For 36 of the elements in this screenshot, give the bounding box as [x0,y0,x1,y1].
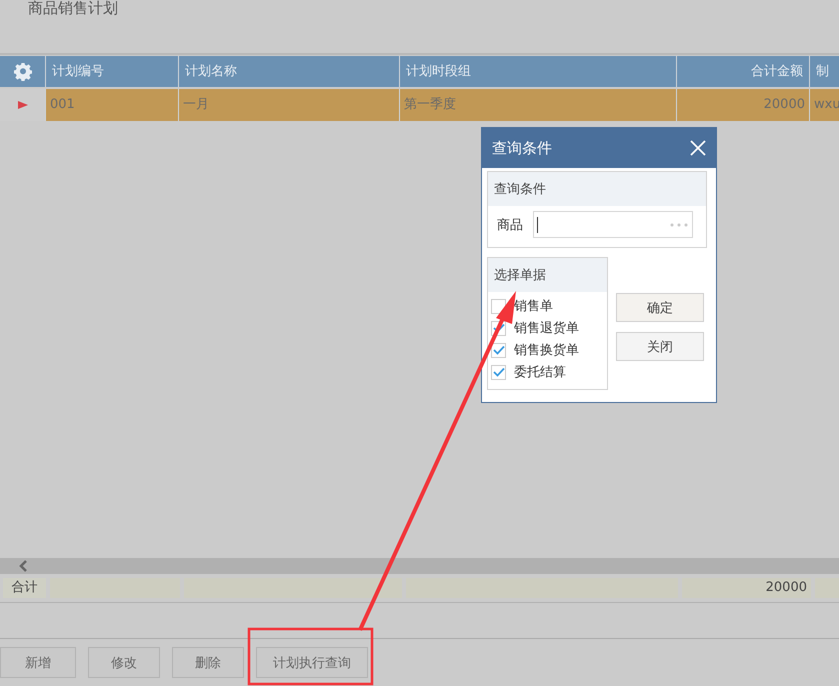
checkbox-label: 销售换货单 [514,342,579,359]
table-cell: 一月 [183,97,209,112]
checkbox[interactable] [491,364,506,380]
close-icon[interactable] [690,140,706,156]
group-title: 选择单据 [494,268,546,283]
more-icon[interactable] [670,222,688,226]
total-cell: 20000 [682,578,811,598]
checkbox-label: 委托结算 [514,364,566,381]
checkbox[interactable] [491,342,506,358]
table-cell: 001 [50,97,75,112]
totals-label: 合计 [3,578,46,598]
toolbar-button[interactable]: 计划执行查询 [256,647,368,678]
toolbar-button[interactable]: 删除 [172,647,244,678]
field-label: 商品 [497,216,523,234]
table-row[interactable]: 001 一月 第一季度 20000 wxu [0,89,839,121]
column-header[interactable]: 计划时段组 [400,56,676,87]
group-title: 查询条件 [494,182,546,197]
column-header[interactable]: 制 [810,56,839,87]
column-header[interactable]: 合计金额 [677,56,809,87]
toolbar-button[interactable]: 新增 [0,647,76,678]
product-field[interactable] [533,211,693,238]
column-header[interactable]: 计划编号 [46,56,178,87]
horizontal-scrollbar[interactable] [0,558,839,574]
settings-icon[interactable] [0,56,45,87]
toolbar-button[interactable]: 修改 [88,647,160,678]
scroll-left-icon[interactable] [18,560,28,572]
column-header[interactable]: 计划名称 [179,56,399,87]
row-pointer-icon [18,100,28,110]
dialog-button[interactable]: 关闭 [616,332,704,361]
table-cell: 20000 [764,97,805,112]
dialog-button[interactable]: 确定 [616,293,704,322]
checkbox-label: 销售退货单 [514,320,579,337]
table-cell: wxu [814,97,839,112]
table-cell: 第一季度 [404,97,456,112]
checkbox-label: 销售单 [514,298,553,315]
dialog-title: 查询条件 [492,138,552,158]
